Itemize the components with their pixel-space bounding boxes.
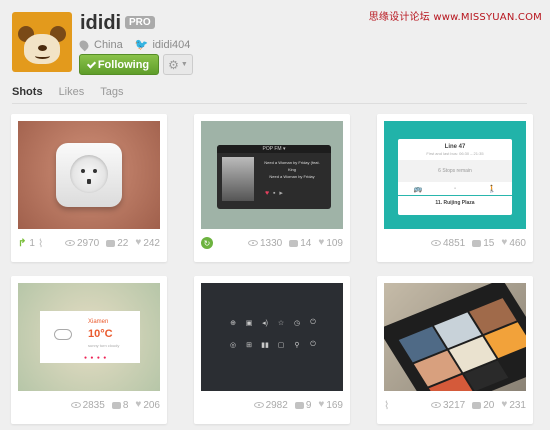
shot-card[interactable]: ↱ 1 ⌇ 2970 22 ♥ 242 <box>11 114 167 262</box>
player-track: Need a Woman by Friday (feat. <box>264 160 320 165</box>
username[interactable]: ididi <box>80 12 121 35</box>
shot-card[interactable]: POP FM ▾ Need a Woman by Friday (feat. K… <box>194 114 350 262</box>
shot-thumbnail[interactable]: Line 47 First and last bus: 06:30 – 21:3… <box>384 121 526 229</box>
comments-count: 14 <box>300 237 312 249</box>
views-count: 2835 <box>82 399 105 411</box>
comment-icon <box>111 401 121 409</box>
shot-thumbnail[interactable]: Xiamen 10°C sunny turn cloudy ● ● ● ● <box>18 283 160 391</box>
views-icon <box>70 402 81 408</box>
shot-card[interactable]: Line 47 First and last bus: 06:30 – 21:3… <box>377 114 533 262</box>
profile-tabs: Shots Likes Tags <box>12 86 527 104</box>
comments-count: 22 <box>117 237 129 249</box>
heart-icon[interactable]: ♥ <box>135 400 141 410</box>
shot-card[interactable]: Xiamen 10°C sunny turn cloudy ● ● ● ● 28… <box>11 276 167 424</box>
check-icon <box>86 58 96 69</box>
views-icon <box>65 240 75 246</box>
shot-card[interactable]: ⌇ 3217 20 ♥ 231 <box>377 276 533 424</box>
shot-thumbnail[interactable]: ⊕ ▣ ◂) ☆ ◷ ⏻ ◎ ⊞ ▮▮ ▢ ⚲ ⏻ <box>201 283 343 391</box>
shot-stats: ↻ 1330 14 ♥ 109 <box>201 236 343 250</box>
pro-badge: PRO <box>125 16 155 29</box>
shot-stats: 2982 9 ♥ 169 <box>201 398 343 412</box>
weather-temp: 10°C <box>88 328 113 340</box>
comments-count: 20 <box>483 399 495 411</box>
views-count: 1330 <box>260 237 283 249</box>
likes-count: 169 <box>326 399 343 411</box>
comment-icon <box>289 239 299 247</box>
tab-likes[interactable]: Likes <box>59 86 85 103</box>
player-artist: King <box>287 167 296 172</box>
player-next: Need a Woman by Friday <box>269 174 315 179</box>
attachment-icon: ⌇ <box>384 399 390 412</box>
location-pin-icon <box>77 38 91 51</box>
transit-line: Line 47 <box>444 144 466 150</box>
cloud-icon <box>54 329 72 340</box>
rebound-icon: ↻ <box>201 237 213 249</box>
shot-stats: 4851 15 ♥ 460 <box>384 236 526 250</box>
views-icon <box>248 240 258 246</box>
player-station: POP FM ▾ <box>217 145 331 153</box>
comment-icon <box>472 401 482 409</box>
heart-icon[interactable]: ♥ <box>318 238 324 248</box>
rebound-icon: ↱ <box>18 237 27 249</box>
avatar[interactable] <box>12 12 72 72</box>
transit-remain: 6 Stops remain <box>398 160 512 182</box>
weather-desc: sunny turn cloudy <box>88 343 120 348</box>
comment-icon <box>106 239 116 247</box>
likes-count: 231 <box>509 399 526 411</box>
transit-stop: 11. Ruijing Plaza <box>435 200 475 206</box>
tab-tags[interactable]: Tags <box>100 86 123 103</box>
shot-stats: ⌇ 3217 20 ♥ 231 <box>384 398 526 412</box>
comments-count: 15 <box>483 237 495 249</box>
profile-meta: China 🐦 ididi404 <box>77 38 190 51</box>
shot-stats: ↱ 1 ⌇ 2970 22 ♥ 242 <box>18 236 160 250</box>
tab-shots[interactable]: Shots <box>12 86 43 103</box>
settings-dropdown-button[interactable]: ⚙ ▼ <box>163 54 193 75</box>
location-text: China <box>94 38 123 51</box>
views-count: 2970 <box>77 237 100 249</box>
comment-icon <box>472 239 482 247</box>
twitter-handle[interactable]: ididi404 <box>152 39 190 51</box>
shot-thumbnail[interactable] <box>18 121 160 229</box>
heart-icon[interactable]: ♥ <box>501 400 507 410</box>
likes-count: 460 <box>509 237 526 249</box>
views-icon <box>431 240 441 246</box>
heart-icon[interactable]: ♥ <box>318 400 324 410</box>
rebound-count: 1 <box>29 237 35 249</box>
transit-hours: First and last bus: 06:30 – 21:35 <box>426 151 484 156</box>
likes-count: 206 <box>143 399 160 411</box>
following-label: Following <box>97 58 150 71</box>
shot-thumbnail[interactable]: POP FM ▾ Need a Woman by Friday (feat. K… <box>201 121 343 229</box>
views-icon <box>253 402 264 408</box>
gear-icon: ⚙ <box>168 57 179 72</box>
twitter-icon: 🐦 <box>134 39 149 51</box>
views-count: 4851 <box>443 237 466 249</box>
heart-icon[interactable]: ♥ <box>135 238 141 248</box>
following-button[interactable]: Following <box>79 54 159 75</box>
heart-icon[interactable]: ♥ <box>501 238 507 248</box>
comments-count: 9 <box>305 399 312 411</box>
profile-header: ididi PRO China 🐦 ididi404 Following ⚙ ▼ <box>12 12 542 82</box>
views-icon <box>431 402 441 408</box>
likes-count: 109 <box>326 237 343 249</box>
shot-stats: 2835 8 ♥ 206 <box>18 398 160 412</box>
views-count: 2982 <box>265 399 288 411</box>
shot-card[interactable]: ⊕ ▣ ◂) ☆ ◷ ⏻ ◎ ⊞ ▮▮ ▢ ⚲ ⏻ 2982 9 ♥ 169 <box>194 276 350 424</box>
views-count: 3217 <box>443 399 466 411</box>
chevron-down-icon: ▼ <box>180 61 188 68</box>
shot-thumbnail[interactable] <box>384 283 526 391</box>
comments-count: 8 <box>122 399 129 411</box>
weather-city: Xiamen <box>88 319 109 325</box>
likes-count: 242 <box>143 237 160 249</box>
comment-icon <box>294 401 304 409</box>
attachment-icon: ⌇ <box>37 237 44 250</box>
